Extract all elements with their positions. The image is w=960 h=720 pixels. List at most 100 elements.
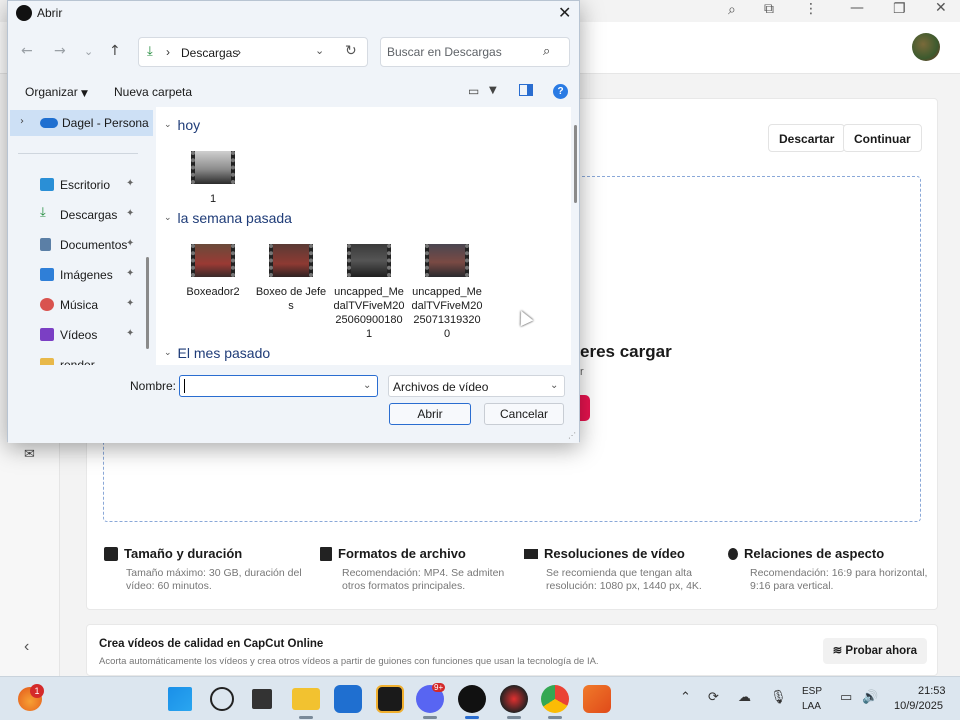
nav-item-render[interactable]: render — [38, 355, 148, 365]
cancel-button[interactable]: Cancelar — [484, 403, 564, 425]
restore-icon[interactable]: ❐ — [893, 1, 906, 17]
chevron-right-icon[interactable]: › — [20, 116, 24, 127]
nav-item-documents[interactable]: Documentos ✦ — [38, 235, 148, 255]
pin-icon[interactable]: ✦ — [126, 268, 134, 279]
window-close-icon[interactable]: ✕ — [935, 0, 947, 16]
view-options-icon[interactable]: ▭ — [468, 84, 479, 98]
breadcrumb-downloads[interactable]: Descargas — [181, 46, 238, 60]
help-icon[interactable]: ? — [553, 84, 568, 99]
feature-size-duration: Tamaño y duración Tamaño máximo: 30 GB, … — [104, 546, 304, 593]
pin-icon[interactable]: ✦ — [126, 298, 134, 309]
nav-item-downloads[interactable]: ⤓ Descargas ✦ — [38, 205, 148, 225]
store-icon[interactable] — [334, 685, 362, 713]
up-folder-icon[interactable]: ↑ — [109, 43, 121, 59]
chrome-icon[interactable] — [541, 685, 569, 713]
search-input[interactable] — [387, 44, 537, 60]
pin-icon[interactable]: ✦ — [126, 208, 134, 219]
filename-combobox[interactable]: ⌄ — [179, 375, 378, 397]
feature-aspect-ratios: Relaciones de aspecto Recomendación: 16:… — [728, 546, 928, 593]
chevron-down-icon[interactable]: ⌄ — [550, 380, 558, 391]
nav-item-desktop[interactable]: Escritorio ✦ — [38, 175, 148, 195]
task-view-icon[interactable] — [252, 689, 272, 709]
group-header-last-month[interactable]: ⌄ El mes pasado — [164, 345, 270, 361]
continue-button[interactable]: Continuar — [843, 124, 922, 152]
chevron-down-icon[interactable]: ⌄ — [164, 120, 172, 130]
video-thumbnail — [269, 244, 313, 277]
search-icon[interactable]: ⌕ — [543, 44, 550, 59]
file-item[interactable]: Boxeo de Jefes — [255, 244, 327, 313]
breadcrumb-separator-icon[interactable]: › — [237, 45, 241, 59]
view-dropdown-icon[interactable]: ▼ — [489, 85, 497, 96]
drop-zone-title: eres cargar — [580, 342, 672, 361]
file-item[interactable]: Boxeador2 — [177, 244, 249, 299]
game-launcher-icon[interactable] — [500, 685, 528, 713]
organize-button[interactable]: Organizar ▼ — [25, 85, 88, 99]
clock-time[interactable]: 21:53 — [918, 685, 946, 697]
nav-item-pictures[interactable]: Imágenes ✦ — [38, 265, 148, 285]
back-icon[interactable]: ← — [21, 43, 33, 59]
preview-pane-icon[interactable] — [519, 84, 533, 96]
keyboard-layout-indicator[interactable]: LAA — [802, 701, 821, 712]
new-folder-button[interactable]: Nueva carpeta — [114, 85, 192, 99]
volume-icon[interactable]: 🔊 — [862, 690, 878, 705]
resize-grip-icon[interactable]: ⋰ — [568, 431, 576, 440]
file-item[interactable]: uncapped_MedalTVFiveM20250713193200 — [411, 244, 483, 341]
minimize-icon[interactable]: — — [850, 0, 864, 16]
address-dropdown-icon[interactable]: ⌄ — [315, 44, 324, 57]
microphone-icon[interactable]: 🎙 — [770, 690, 787, 705]
breadcrumb-separator-icon[interactable]: › — [166, 45, 170, 59]
collapse-chevron-icon[interactable]: ‹ — [24, 638, 29, 656]
chevron-down-icon[interactable]: ⌄ — [363, 380, 371, 391]
clock-date[interactable]: 10/9/2025 — [894, 700, 943, 712]
search-box[interactable]: ⌕ — [380, 37, 570, 67]
close-icon[interactable]: ✕ — [558, 3, 571, 22]
zoom-icon[interactable]: ⌕ — [728, 2, 736, 18]
pin-icon[interactable]: ✦ — [126, 328, 134, 339]
file-name: uncapped_MedalTVFiveM20250713193200 — [411, 286, 483, 340]
language-indicator[interactable]: ESP — [802, 686, 822, 697]
file-list-scrollbar[interactable] — [574, 125, 577, 203]
group-header-last-week[interactable]: ⌄ la semana pasada — [164, 210, 292, 226]
more-menu-icon[interactable]: ⋮ — [804, 1, 818, 17]
filetype-select[interactable]: Archivos de vídeo ⌄ — [388, 375, 565, 397]
open-button[interactable]: Abrir — [389, 403, 471, 425]
file-item[interactable]: uncapped_MedalTVFiveM20250609001801 — [333, 244, 405, 341]
discard-button[interactable]: Descartar — [768, 124, 846, 152]
music-icon — [40, 298, 54, 311]
group-label: El mes pasado — [177, 345, 271, 361]
nav-item-label: render — [60, 358, 95, 365]
pin-icon[interactable]: ✦ — [126, 178, 134, 189]
nav-item-label: Descargas — [60, 208, 118, 222]
orange-app-icon[interactable] — [583, 685, 611, 713]
nav-item-onedrive[interactable]: › Dagel - Persona — [10, 110, 153, 136]
chevron-up-icon[interactable]: ⌃ — [680, 690, 691, 705]
search-icon[interactable] — [210, 687, 234, 711]
tiktok-icon[interactable] — [458, 685, 486, 713]
sync-icon[interactable]: ⟳ — [708, 690, 719, 705]
onedrive-cloud-icon[interactable]: ☁ — [738, 690, 751, 705]
media-app-icon[interactable] — [376, 685, 404, 713]
navigation-row: ← → ⌄ ↑ ⤓ › Descargas › ⌄ ↻ ⌕ — [8, 35, 579, 69]
dialog-titlebar[interactable]: Abrir ✕ — [8, 1, 579, 25]
chevron-down-icon[interactable]: ⌄ — [164, 213, 172, 223]
filename-label: Nombre: — [130, 379, 177, 393]
address-bar[interactable]: ⤓ › Descargas › ⌄ ↻ — [138, 37, 368, 67]
nav-scrollbar[interactable] — [146, 257, 149, 349]
display-icon[interactable]: ▭ — [840, 690, 852, 705]
pin-icon[interactable]: ✦ — [126, 238, 134, 249]
filename-input[interactable] — [184, 379, 354, 393]
group-header-today[interactable]: ⌄ hoy — [164, 117, 200, 133]
mail-icon[interactable]: ✉ — [24, 446, 35, 462]
try-now-button[interactable]: ≋ Probar ahora — [822, 638, 927, 664]
nav-item-videos[interactable]: Vídeos ✦ — [38, 325, 148, 345]
avatar[interactable] — [912, 33, 940, 61]
refresh-icon[interactable]: ↻ — [345, 43, 357, 59]
chevron-down-icon[interactable]: ⌄ — [164, 348, 172, 358]
extensions-icon[interactable]: ⧉ — [764, 1, 774, 17]
file-item[interactable]: 1 — [177, 151, 249, 206]
recent-dropdown-icon[interactable]: ⌄ — [84, 45, 93, 58]
forward-icon[interactable]: → — [54, 43, 66, 59]
file-explorer-icon[interactable] — [292, 688, 320, 710]
nav-item-music[interactable]: Música ✦ — [38, 295, 148, 315]
windows-start-icon[interactable] — [168, 687, 192, 711]
